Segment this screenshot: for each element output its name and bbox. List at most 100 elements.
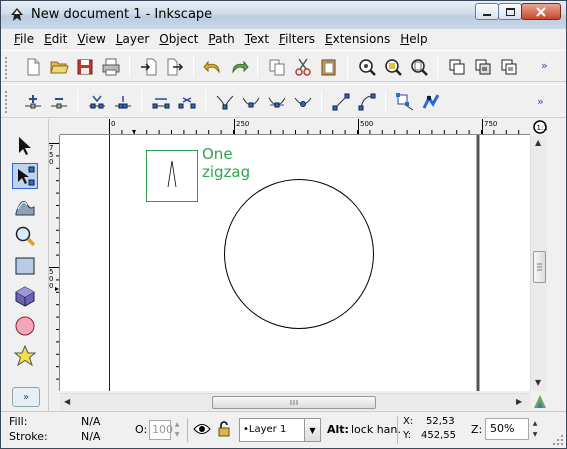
horizontal-ruler[interactable]: 0 250 500 750 xyxy=(60,119,530,135)
zoom-correction-icon[interactable]: 1:1 xyxy=(532,119,548,135)
ruler-corner xyxy=(49,119,60,135)
menu-edit[interactable]: Edit xyxy=(39,29,72,49)
clone-icon[interactable] xyxy=(473,57,493,77)
menu-path[interactable]: Path xyxy=(203,29,239,49)
zoom-spinner[interactable]: ▲ ▼ xyxy=(529,418,541,440)
scroll-up-arrow-icon[interactable]: ▲ xyxy=(535,138,541,147)
layer-select[interactable]: •Layer 1 ▼ xyxy=(239,418,321,442)
rectangle-tool[interactable] xyxy=(12,253,38,279)
node-toolbar-overflow-button[interactable]: » xyxy=(537,95,544,108)
star-icon xyxy=(14,345,36,367)
toolbar-grip[interactable] xyxy=(5,57,8,79)
minimize-button[interactable] xyxy=(475,3,499,20)
stroke-label: Stroke: xyxy=(9,430,48,443)
flowed-text[interactable]: One zigzag xyxy=(202,145,250,181)
save-disk-icon[interactable] xyxy=(75,57,95,77)
node-tool[interactable] xyxy=(12,163,38,189)
cut-scissors-icon[interactable] xyxy=(293,57,313,77)
symmetric-node-icon[interactable] xyxy=(267,92,287,112)
drawing-canvas[interactable]: One zigzag xyxy=(60,135,530,391)
close-button[interactable] xyxy=(521,3,561,20)
menu-object[interactable]: Object xyxy=(154,29,203,49)
maximize-button[interactable] xyxy=(498,3,522,20)
ruler-label-250: 250 xyxy=(236,120,250,128)
star-tool[interactable] xyxy=(12,343,38,369)
text-line-1: One xyxy=(202,145,233,163)
menu-layer[interactable]: Layer xyxy=(111,29,154,49)
menu-help[interactable]: Help xyxy=(395,29,432,49)
y-coord-label: Y: xyxy=(403,430,412,441)
import-icon[interactable] xyxy=(139,57,159,77)
opacity-spinner[interactable]: ▲ ▼ xyxy=(172,420,182,440)
fill-label: Fill: xyxy=(9,415,28,428)
tweak-tool[interactable] xyxy=(12,193,38,219)
horizontal-scrollbar[interactable]: ◀ ▶ xyxy=(60,393,530,410)
zoom-page-icon[interactable] xyxy=(409,57,429,77)
grip-icon xyxy=(537,263,542,271)
inkscape-logo-icon xyxy=(11,8,23,21)
object-to-path-icon[interactable] xyxy=(395,92,415,112)
selector-tool[interactable] xyxy=(12,133,38,159)
duplicate-icon[interactable] xyxy=(447,57,467,77)
break-path-icon[interactable] xyxy=(113,92,133,112)
horizontal-scroll-thumb[interactable] xyxy=(212,396,376,409)
eye-visibility-icon[interactable] xyxy=(193,422,211,436)
scroll-down-arrow-icon[interactable]: ▼ xyxy=(535,378,541,387)
zoom-input[interactable]: 50% xyxy=(485,418,529,440)
menu-extensions[interactable]: Extensions xyxy=(320,29,395,49)
smooth-node-icon[interactable] xyxy=(241,92,261,112)
delete-segment-icon[interactable] xyxy=(177,92,197,112)
zoom-selection-icon[interactable] xyxy=(357,57,377,77)
menu-file[interactable]: File xyxy=(9,29,39,49)
stroke-value[interactable]: N/A xyxy=(81,430,100,443)
cusp-node-icon[interactable] xyxy=(215,92,235,112)
new-document-icon[interactable] xyxy=(23,57,43,77)
vertical-scroll-thumb[interactable] xyxy=(533,251,546,283)
menu-filters[interactable]: Filters xyxy=(274,29,320,49)
delete-node-icon[interactable] xyxy=(49,92,69,112)
y-coord-value: 452,55 xyxy=(421,430,456,441)
unlink-clone-icon[interactable] xyxy=(499,57,519,77)
zoom-tool[interactable] xyxy=(12,223,38,249)
open-folder-icon[interactable] xyxy=(49,57,69,77)
selection-frame[interactable] xyxy=(146,150,198,202)
redo-icon[interactable] xyxy=(229,57,249,77)
circle-shape[interactable] xyxy=(224,179,374,329)
export-icon[interactable] xyxy=(165,57,185,77)
fill-value[interactable]: N/A xyxy=(81,415,100,428)
node-editor-icon xyxy=(18,166,35,186)
undo-icon[interactable] xyxy=(203,57,223,77)
segment-to-curve-icon[interactable] xyxy=(357,92,377,112)
insert-node-icon[interactable] xyxy=(23,92,43,112)
join-nodes-icon[interactable] xyxy=(87,92,107,112)
vertical-scrollbar[interactable]: ▲ ▼ xyxy=(530,135,547,391)
menu-text[interactable]: Text xyxy=(240,29,274,49)
zoom-drawing-icon[interactable] xyxy=(383,57,403,77)
auto-smooth-node-icon[interactable] xyxy=(293,92,313,112)
lock-icon[interactable] xyxy=(217,420,231,438)
scroll-right-arrow-icon[interactable]: ▶ xyxy=(516,397,522,406)
3d-box-tool[interactable] xyxy=(12,283,38,309)
ruler-ticks xyxy=(49,143,59,380)
menu-view[interactable]: View xyxy=(72,29,110,49)
print-icon[interactable] xyxy=(101,57,121,77)
toolbar-grip[interactable] xyxy=(5,91,8,113)
title-bar[interactable]: New document 1 - Inkscape xyxy=(1,1,566,29)
status-message-text: lock han. xyxy=(351,423,401,436)
paste-clipboard-icon[interactable] xyxy=(319,57,339,77)
copy-icon[interactable] xyxy=(267,57,287,77)
color-managed-view-icon[interactable] xyxy=(532,393,548,410)
tweak-wave-icon xyxy=(15,200,35,216)
opacity-input[interactable]: 100 xyxy=(149,420,173,440)
join-segment-icon[interactable] xyxy=(151,92,171,112)
segment-to-line-icon[interactable] xyxy=(331,92,351,112)
chevron-down-icon[interactable]: ▼ xyxy=(304,419,320,441)
zigzag-path[interactable] xyxy=(167,160,177,188)
scroll-left-arrow-icon[interactable]: ◀ xyxy=(64,397,70,406)
vertical-ruler[interactable]: 750 500 xyxy=(49,135,60,391)
toolbar-overflow-button[interactable]: » xyxy=(541,59,548,72)
resize-grip-icon[interactable] xyxy=(552,434,564,446)
toolbox-overflow-button[interactable]: » xyxy=(12,387,40,407)
ellipse-tool[interactable] xyxy=(12,313,38,339)
stroke-to-path-icon[interactable] xyxy=(421,92,441,112)
